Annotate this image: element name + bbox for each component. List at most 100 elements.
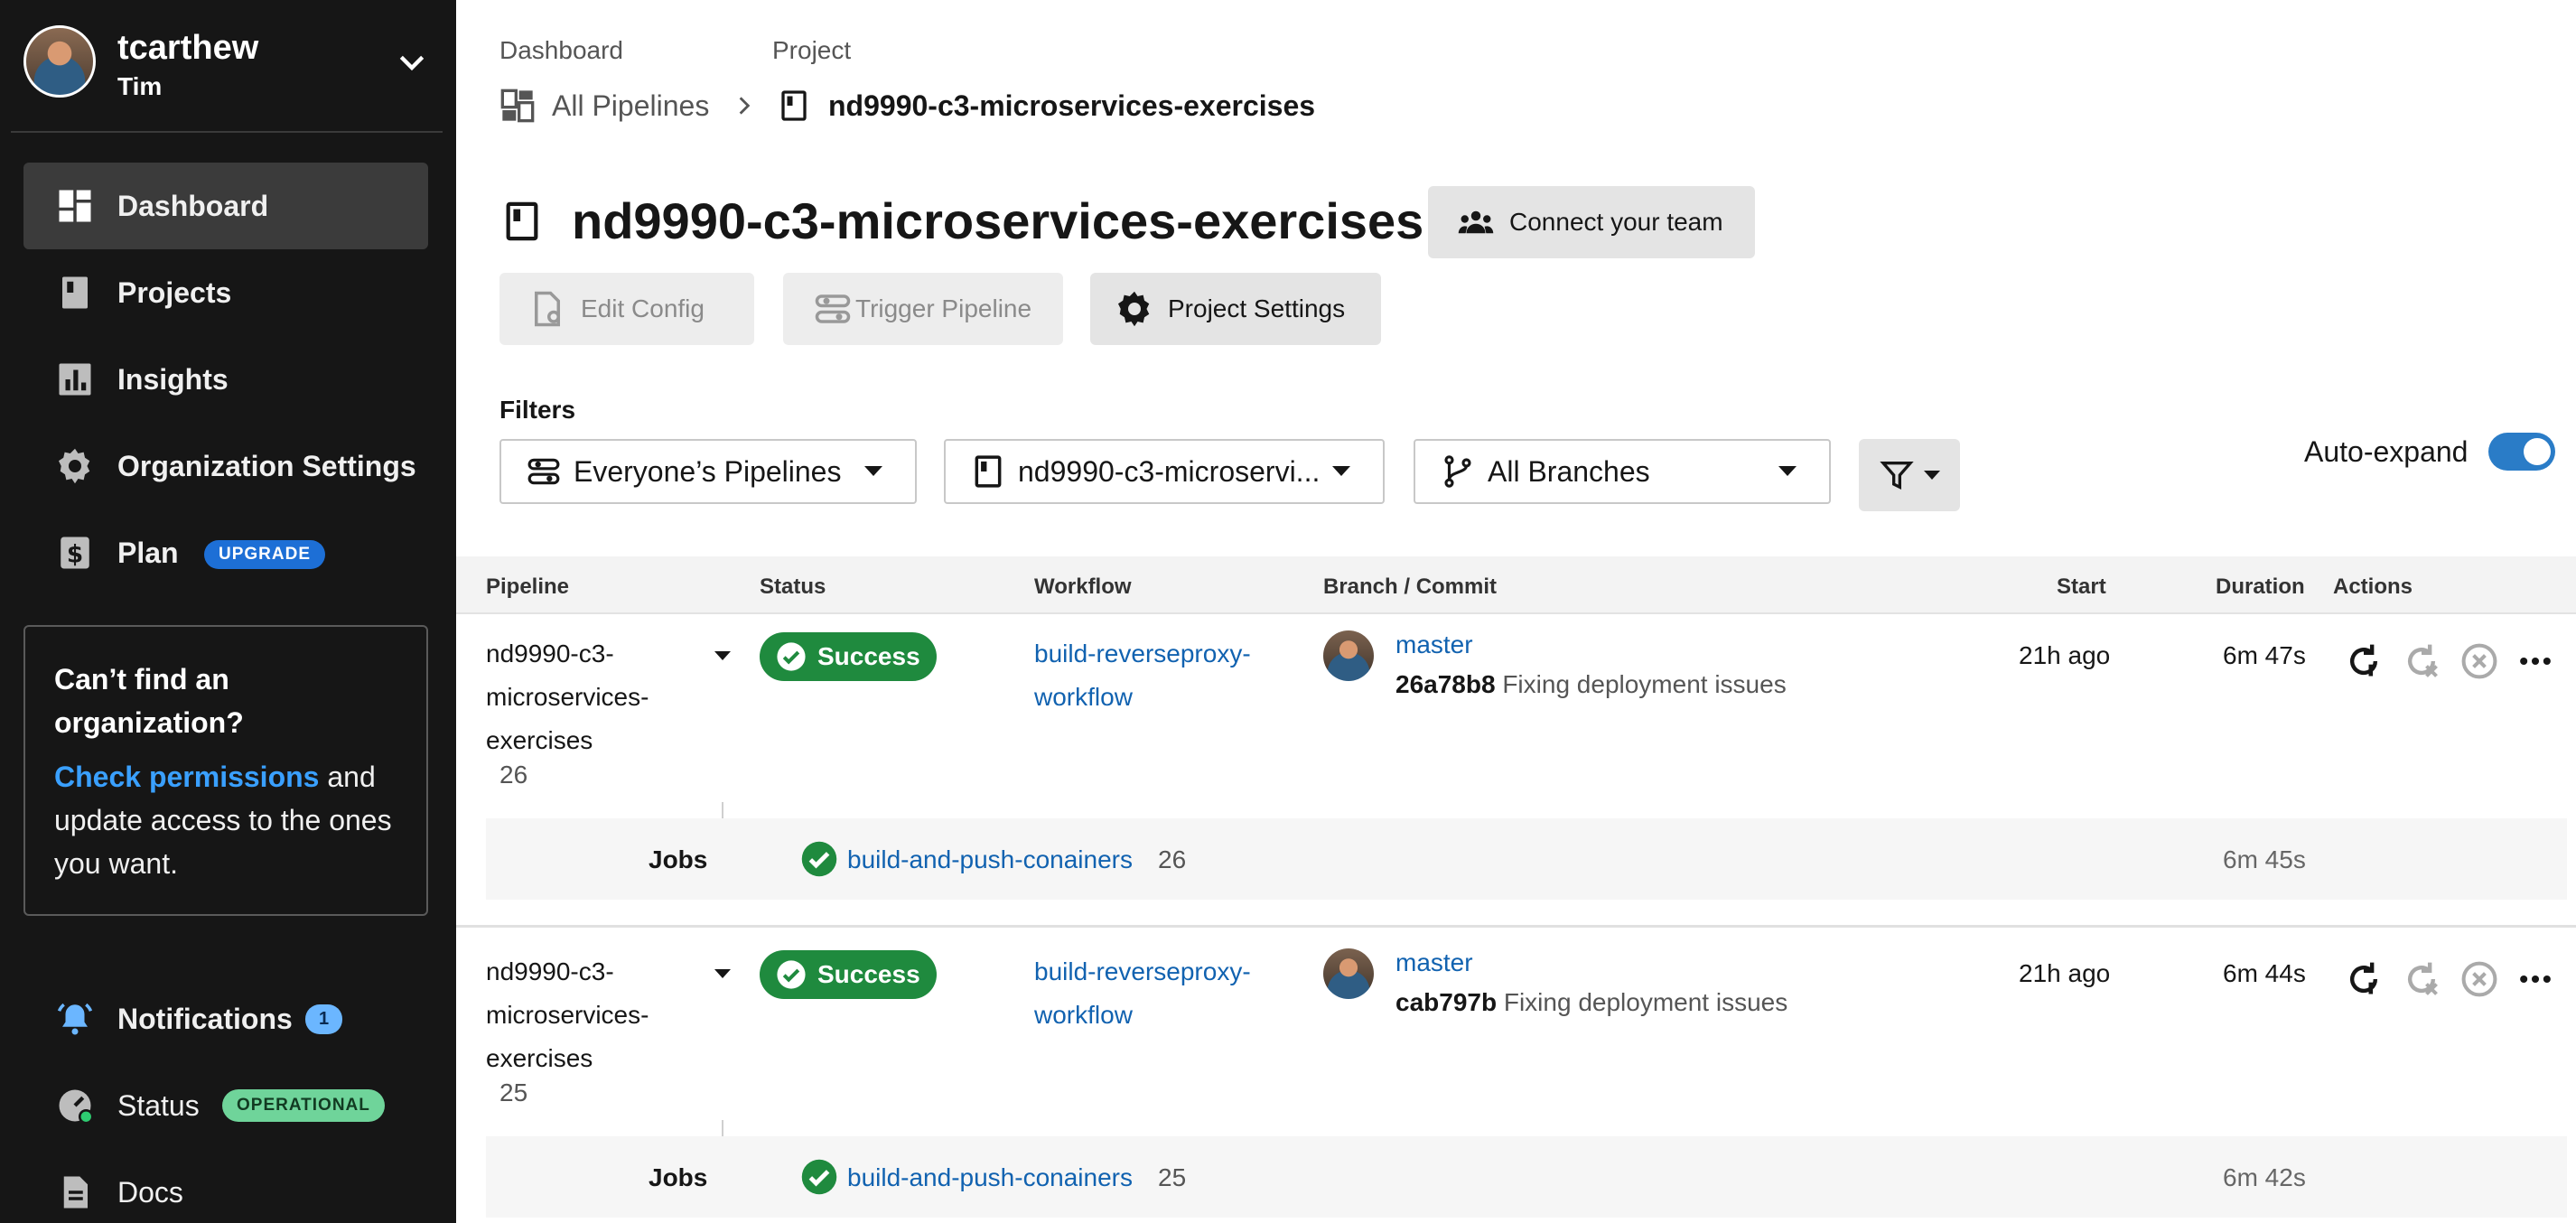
workflow-line: workflow [1034,1001,1133,1029]
expand-caret-icon[interactable] [714,969,731,978]
edit-config-button[interactable]: Edit Config [499,273,754,345]
column-header: Duration [2216,574,2305,599]
sidebar-item-docs[interactable]: Docs [23,1156,428,1223]
sidebar-item-organization-settings[interactable]: Organization Settings [23,423,428,509]
gear-icon [1117,291,1150,327]
status-badge[interactable]: Success [760,632,937,681]
duration: 6m 44s [2223,959,2306,987]
more-icon[interactable] [2515,641,2555,681]
sidebar-item-label: Projects [117,275,232,309]
workflow-link[interactable]: build-reverseproxy- workflow [1034,950,1296,1037]
advanced-filter-button[interactable] [1859,439,1960,511]
breadcrumb-all-pipelines[interactable]: All Pipelines [499,86,709,126]
cancel-icon[interactable] [2459,959,2499,999]
status-label: Success [817,642,920,670]
breadcrumb-label: nd9990-c3-microservices-exercises [828,89,1316,122]
commit-hash: 26a78b8 [1395,670,1496,698]
rerun-failed-icon[interactable] [2402,641,2441,681]
pipeline-name-line: nd9990-c3- [486,957,614,985]
column-header: Start [2057,574,2106,599]
sidebar-item-label: Plan [117,536,179,569]
check-circle-icon [777,960,806,989]
status-label: Success [817,960,920,988]
chevron-down-icon[interactable] [394,45,430,81]
pipelines-filter-select[interactable]: Everyone’s Pipelines [499,439,917,504]
check-circle-icon [777,642,806,671]
bell-icon [57,1003,93,1035]
sidebar: tcarthew Tim Dashboard Projects Insights… [0,0,456,1223]
job-link[interactable]: build-and-push-conainers [847,1163,1133,1192]
breadcrumb-project[interactable]: nd9990-c3-microservices-exercises [778,86,1315,126]
sidebar-item-label: Docs [117,1176,183,1209]
job-duration: 6m 42s [2223,1163,2306,1191]
more-icon[interactable] [2515,959,2555,999]
docs-icon [63,1176,88,1209]
sidebar-item-status[interactable]: Status OPERATIONAL [23,1069,428,1142]
dashboard-icon [59,190,91,222]
table-row: nd9990-c3- microservices- exercises 25 S… [456,932,2576,1223]
rerun-icon[interactable] [2344,641,2384,681]
select-value: Everyone’s Pipelines [574,454,842,488]
avatar [23,25,96,98]
commit-message: Fixing deployment issues [1503,988,1788,1016]
pipeline-name-line: exercises [486,726,593,754]
commit-info[interactable]: 26a78b8 Fixing deployment issues [1395,670,1787,699]
rerun-icon[interactable] [2344,959,2384,999]
gear-icon [58,448,90,484]
rerun-failed-icon[interactable] [2402,959,2441,999]
divider [11,131,443,133]
column-header: Pipeline [486,574,570,599]
main-content: Dashboard Project All Pipelines nd9990-c… [456,0,2576,1223]
filters-label: Filters [499,396,576,424]
auto-expand-label: Auto-expand [2304,435,2469,468]
toggle-knob [2524,438,2551,465]
sidebar-item-insights[interactable]: Insights [23,336,428,423]
project-settings-button[interactable]: Project Settings [1090,273,1381,345]
branch-link[interactable]: master [1395,948,1473,977]
user-name: tcarthew [117,29,259,67]
sidebar-item-projects[interactable]: Projects [23,249,428,336]
commit-info[interactable]: cab797b Fixing deployment issues [1395,988,1787,1017]
button-label: Edit Config [581,294,705,322]
sidebar-item-label: Notifications [117,1003,293,1035]
branch-filter-select[interactable]: All Branches [1414,439,1831,504]
pipeline-name[interactable]: nd9990-c3- microservices- exercises [486,950,667,1080]
dashboard-icon [500,89,535,123]
pipelines-table-header: Pipeline Status Workflow Branch / Commit… [456,556,2576,614]
projects-icon [781,90,807,121]
job-duration: 6m 45s [2223,845,2306,873]
page-title: nd9990-c3-microservices-exercises [572,192,1424,249]
workflow-link[interactable]: build-reverseproxy- workflow [1034,632,1296,719]
jobs-label: Jobs [649,1163,708,1191]
connect-team-button[interactable]: Connect your team [1428,186,1755,258]
avatar [1323,630,1374,681]
status-badge[interactable]: Success [760,950,937,999]
caret-down-icon [1924,471,1940,480]
user-menu[interactable]: tcarthew Tim [23,25,430,101]
job-link[interactable]: build-and-push-conainers [847,845,1133,874]
trigger-pipeline-button[interactable]: Trigger Pipeline [783,273,1063,345]
edit-config-icon [535,291,560,327]
sidebar-item-plan[interactable]: $ Plan UPGRADE [23,509,428,596]
project-filter-select[interactable]: nd9990-c3-microservi... [944,439,1385,504]
org-help-box: Can’t find an organization? Check permis… [23,625,428,916]
pipelines-filter-icon [527,458,560,485]
sidebar-item-notifications[interactable]: Notifications 1 [23,983,428,1055]
cancel-icon[interactable] [2459,641,2499,681]
sidebar-item-dashboard[interactable]: Dashboard [23,163,428,249]
operational-badge: OPERATIONAL [222,1089,385,1122]
sidebar-item-label: Status [117,1089,200,1122]
check-permissions-link[interactable]: Check permissions [54,761,319,793]
column-header: Branch / Commit [1323,574,1498,599]
expand-caret-icon[interactable] [714,651,731,660]
pipeline-name[interactable]: nd9990-c3- microservices- exercises [486,632,667,762]
projects-icon [62,276,88,309]
branch-link[interactable]: master [1395,630,1473,659]
divider [456,925,2576,928]
org-help-title: Can’t find an organization? [54,663,244,739]
job-number: 25 [1158,1163,1187,1191]
upgrade-badge[interactable]: UPGRADE [204,540,326,569]
auto-expand-toggle[interactable] [2488,433,2555,471]
start-time: 21h ago [2019,641,2111,669]
insights-icon [59,363,91,396]
